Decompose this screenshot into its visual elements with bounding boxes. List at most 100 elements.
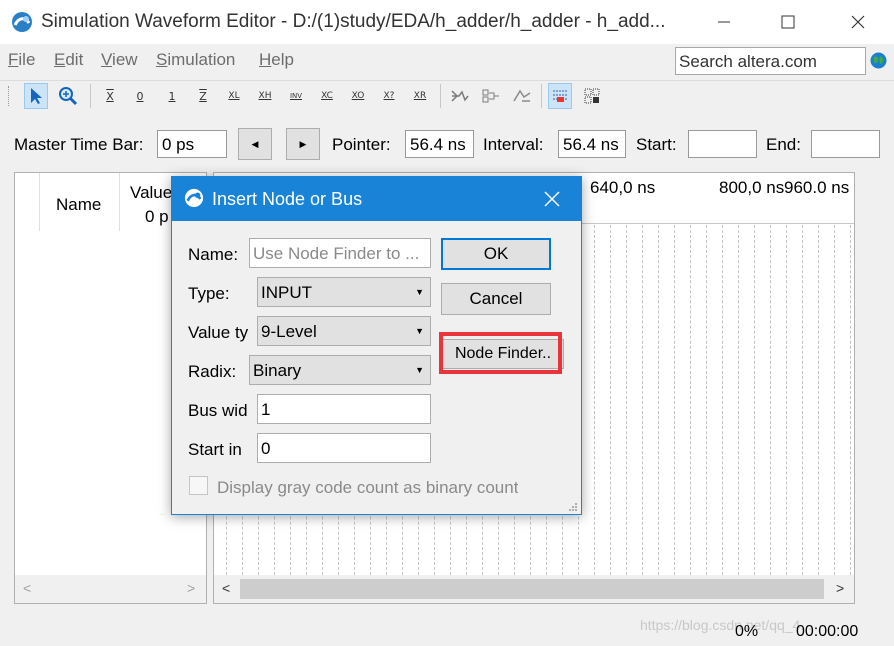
start-index-label: Start in [188,440,242,459]
radix-select[interactable]: Binary ▼ [249,355,431,385]
menu-help[interactable]: Help [259,50,294,70]
toolbar-separator [541,84,542,108]
high-impedance-icon: Z [199,89,207,103]
forcing-unknown-icon: X [106,89,114,103]
dialog-title: Insert Node or Bus [212,189,363,209]
radix-select-value: Binary [253,361,302,380]
grid-icon [584,88,600,104]
progress-percent: 0% [735,623,759,640]
forcing-unknown-button[interactable]: X [98,83,122,109]
grid-line [850,225,851,575]
invert-button[interactable]: INV [284,83,308,109]
dialog-title-bar[interactable]: Insert Node or Bus [172,177,581,221]
time-label: 960.0 ns [784,178,850,197]
highlight-box [439,332,562,374]
grid-button[interactable] [580,83,604,109]
left-hscrollbar[interactable]: < > [15,575,206,603]
gray-code-checkbox[interactable] [189,476,208,495]
grid-line [658,225,659,575]
bus-width-input[interactable]: 1 [257,394,431,424]
weak-low-button[interactable]: XL [222,83,246,109]
toolbar-separator [440,84,441,108]
name-label: Name: [188,245,239,264]
count-value-icon: XC [321,91,333,101]
name-column-header[interactable]: Name [56,195,101,215]
grid-line [690,225,691,575]
window-title: Simulation Waveform Editor - D:/(1)study… [41,11,666,32]
value-column-header[interactable]: Value [130,183,172,203]
value-type-select-value: 9-Level [261,322,317,341]
arbitrary-value-icon: X? [383,91,395,101]
time-label: 800,0 ns [719,178,785,197]
waveform-hscrollbar[interactable]: < > [214,575,854,603]
vertical-scrollbar[interactable] [855,172,883,604]
close-window-button[interactable] [826,0,890,44]
insert-node-icon [451,90,469,102]
insert-node-button[interactable] [448,83,472,109]
reverse-group-button[interactable] [510,83,534,109]
invert-icon: INV [289,92,303,100]
menu-file[interactable]: File [8,50,35,70]
scroll-right-icon: > [187,580,196,596]
cancel-button[interactable]: Cancel [441,283,551,315]
scroll-right-icon[interactable]: > [836,580,844,596]
next-transition-button[interactable]: ▶ [286,128,320,160]
grid-line [706,225,707,575]
type-select-value: INPUT [261,283,312,302]
grid-line [674,225,675,575]
grouping-button[interactable] [479,83,503,109]
pointer-value: 56.4 ns [405,130,474,158]
selection-tool-button[interactable] [24,83,48,109]
clock-button[interactable]: XO [346,83,370,109]
zoom-tool-button[interactable] [56,83,80,109]
scroll-left-icon[interactable]: < [222,580,230,596]
snap-to-grid-button[interactable] [548,83,572,109]
high-impedance-button[interactable]: Z [191,83,215,109]
name-input[interactable]: Use Node Finder to ... [249,238,431,268]
value-type-label: Value ty [188,323,249,342]
type-select[interactable]: INPUT ▼ [257,277,431,307]
grid-line [722,225,723,575]
search-input[interactable]: Search altera.com [675,47,866,75]
globe-icon[interactable] [870,52,887,69]
app-logo-icon [12,12,32,32]
resize-grip-icon[interactable] [568,502,578,512]
type-label: Type: [188,284,230,303]
grid-line [754,225,755,575]
start-value [688,130,757,158]
column-divider [39,173,40,231]
value-type-select[interactable]: 9-Level ▼ [257,316,431,346]
triangle-right-icon: ▶ [299,138,307,149]
previous-transition-button[interactable]: ◀ [238,128,272,160]
maximize-icon [781,15,795,29]
ok-button[interactable]: OK [441,238,551,270]
forcing-high-button[interactable]: 1 [160,83,184,109]
master-time-bar-input[interactable]: 0 ps [157,130,227,158]
minimize-button[interactable] [692,0,756,44]
menu-view[interactable]: View [101,50,138,70]
random-value-button[interactable]: XR [408,83,432,109]
column-divider [119,173,120,231]
weak-low-icon: XL [228,91,240,101]
dialog-close-button[interactable] [538,185,566,213]
grid-line [642,225,643,575]
menu-edit[interactable]: Edit [54,50,83,70]
bus-width-label: Bus wid [188,401,248,420]
grid-line [818,225,819,575]
forcing-low-icon: 0 [136,89,144,103]
interval-value: 56.4 ns [558,130,626,158]
count-value-button[interactable]: XC [315,83,339,109]
weak-high-button[interactable]: XH [253,83,277,109]
clock-icon: XO [351,91,365,101]
scrollbar-thumb[interactable] [240,579,824,599]
menu-simulation[interactable]: Simulation [156,50,235,70]
start-index-input[interactable]: 0 [257,433,431,463]
close-icon [544,191,560,207]
maximize-button[interactable] [756,0,820,44]
reverse-group-icon [513,89,531,102]
forcing-low-button[interactable]: 0 [128,83,152,109]
grid-line [802,225,803,575]
arbitrary-value-button[interactable]: X? [377,83,401,109]
grid-line [626,225,627,575]
title-bar: Simulation Waveform Editor - D:/(1)study… [0,0,894,44]
